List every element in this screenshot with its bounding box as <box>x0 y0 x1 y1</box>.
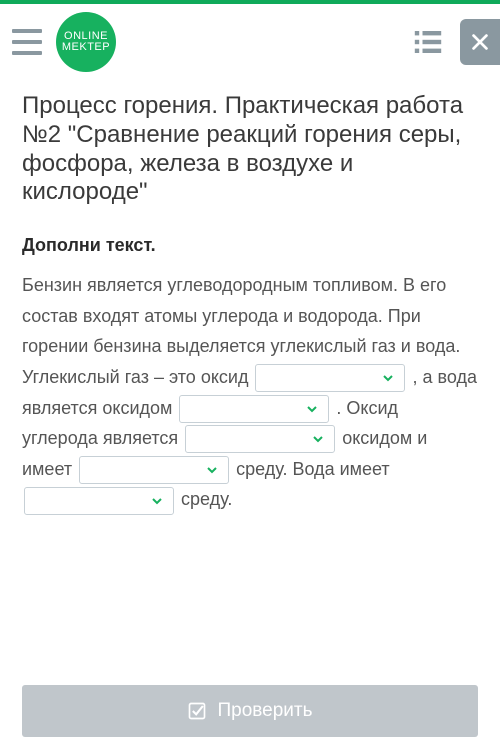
content: Процесс горения. Практическая работа №2 … <box>0 92 500 515</box>
logo[interactable]: ONLINE MEKTEP <box>56 12 116 72</box>
page-title: Процесс горения. Практическая работа №2 … <box>22 92 478 207</box>
dropdown-2[interactable] <box>179 395 329 423</box>
navbar: ONLINE MEKTEP <box>0 4 500 92</box>
text-part-6: среду. <box>176 489 232 509</box>
check-button-label: Проверить <box>217 700 312 722</box>
dropdown-3[interactable] <box>185 425 335 453</box>
task-body: Бензин является углеводородным топливом.… <box>22 270 478 515</box>
check-button[interactable]: Проверить <box>22 685 478 737</box>
task-subtitle: Дополни текст. <box>22 235 478 256</box>
menu-icon[interactable] <box>12 29 42 55</box>
list-icon[interactable] <box>414 31 442 53</box>
text-part-5: среду. Вода имеет <box>231 459 390 479</box>
dropdown-5[interactable] <box>24 487 174 515</box>
logo-line2: MEKTEP <box>62 42 110 53</box>
dropdown-4[interactable] <box>79 456 229 484</box>
close-button[interactable] <box>460 19 500 65</box>
check-icon <box>187 701 207 721</box>
dropdown-1[interactable] <box>255 364 405 392</box>
